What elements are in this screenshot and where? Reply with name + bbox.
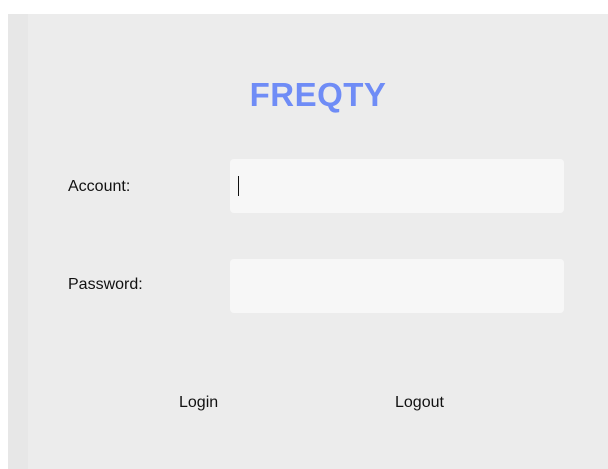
account-label: Account: [68,178,131,195]
login-button[interactable]: Login [179,394,218,412]
login-window: FREQTY Account: Password: Login Logout [0,0,608,469]
password-input[interactable] [230,259,564,313]
text-cursor [238,176,239,196]
logout-button[interactable]: Logout [395,394,444,412]
account-input[interactable] [230,159,564,213]
password-label: Password: [68,276,143,293]
left-edge-strip [8,14,28,469]
app-title: FREQTY [249,76,387,113]
login-panel: FREQTY Account: Password: Login Logout [28,14,608,469]
